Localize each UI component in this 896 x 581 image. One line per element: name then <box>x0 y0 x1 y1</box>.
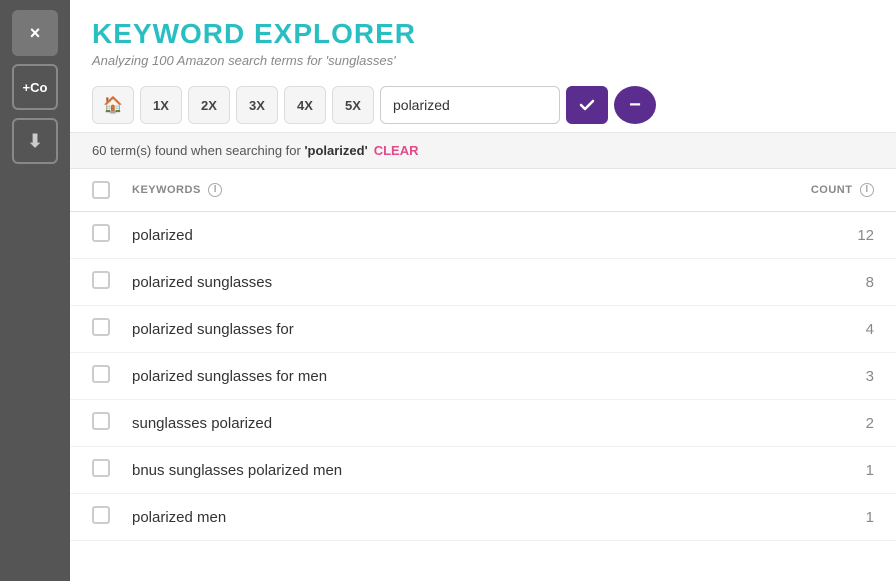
minus-button[interactable]: − <box>614 86 656 124</box>
table-row: polarized sunglasses8 <box>70 259 896 306</box>
keyword-cell: sunglasses polarized <box>110 400 663 447</box>
multiplier-3x-button[interactable]: 3X <box>236 86 278 124</box>
results-prefix: 60 term(s) found when searching for <box>92 143 304 158</box>
results-bar: 60 term(s) found when searching for 'pol… <box>70 132 896 169</box>
keywords-header: KEYWORDS i <box>110 169 663 212</box>
table-header-row: KEYWORDS i COUNT i <box>70 169 896 212</box>
header: KEYWORD EXPLORER Analyzing 100 Amazon se… <box>70 0 896 78</box>
count-info-icon[interactable]: i <box>860 183 874 197</box>
keyword-cell: bnus sunglasses polarized men <box>110 447 663 494</box>
keyword-cell: polarized <box>110 212 663 259</box>
multiplier-2x-button[interactable]: 2X <box>188 86 230 124</box>
multiplier-5x-button[interactable]: 5X <box>332 86 374 124</box>
table-row: polarized12 <box>70 212 896 259</box>
sidebar: × +Co ⬇ <box>0 0 70 581</box>
toolbar: 🏠 1X 2X 3X 4X 5X − <box>70 78 896 132</box>
table-body: polarized12polarized sunglasses8polarize… <box>70 212 896 541</box>
keyword-cell: polarized men <box>110 494 663 541</box>
multiplier-4x-button[interactable]: 4X <box>284 86 326 124</box>
keyword-cell: polarized sunglasses for <box>110 306 663 353</box>
row-checkbox[interactable] <box>92 318 110 336</box>
table-row: polarized sunglasses for men3 <box>70 353 896 400</box>
count-cell: 8 <box>663 259 896 306</box>
row-checkbox[interactable] <box>92 271 110 289</box>
row-checkbox[interactable] <box>92 506 110 524</box>
close-button[interactable]: × <box>12 10 58 56</box>
count-header: COUNT i <box>663 169 896 212</box>
row-checkbox[interactable] <box>92 365 110 383</box>
main-content: KEYWORD EXPLORER Analyzing 100 Amazon se… <box>70 0 896 581</box>
keywords-table: KEYWORDS i COUNT i polarized12polarized … <box>70 169 896 541</box>
select-all-checkbox[interactable] <box>92 181 110 199</box>
count-cell: 12 <box>663 212 896 259</box>
row-checkbox[interactable] <box>92 412 110 430</box>
count-cell: 1 <box>663 494 896 541</box>
count-cell: 3 <box>663 353 896 400</box>
count-header-label: COUNT <box>811 184 853 196</box>
table-row: polarized men1 <box>70 494 896 541</box>
count-cell: 2 <box>663 400 896 447</box>
row-checkbox[interactable] <box>92 459 110 477</box>
keywords-header-label: KEYWORDS <box>132 184 201 196</box>
home-button[interactable]: 🏠 <box>92 86 134 124</box>
table-container: KEYWORDS i COUNT i polarized12polarized … <box>70 169 896 581</box>
keywords-info-icon[interactable]: i <box>208 183 222 197</box>
table-row: polarized sunglasses for4 <box>70 306 896 353</box>
table-row: sunglasses polarized2 <box>70 400 896 447</box>
keyword-cell: polarized sunglasses for men <box>110 353 663 400</box>
confirm-button[interactable] <box>566 86 608 124</box>
page-subtitle: Analyzing 100 Amazon search terms for 's… <box>92 53 874 68</box>
clear-button[interactable]: CLEAR <box>374 143 419 158</box>
count-cell: 4 <box>663 306 896 353</box>
keyword-cell: polarized sunglasses <box>110 259 663 306</box>
checkmark-icon <box>578 96 596 114</box>
page-title: KEYWORD EXPLORER <box>92 18 874 50</box>
count-cell: 1 <box>663 447 896 494</box>
search-input[interactable] <box>380 86 560 124</box>
table-row: bnus sunglasses polarized men1 <box>70 447 896 494</box>
add-collection-button[interactable]: +Co <box>12 64 58 110</box>
multiplier-1x-button[interactable]: 1X <box>140 86 182 124</box>
home-icon: 🏠 <box>103 95 123 115</box>
results-term: 'polarized' <box>304 143 367 158</box>
minus-icon: − <box>629 95 641 115</box>
row-checkbox[interactable] <box>92 224 110 242</box>
download-button[interactable]: ⬇ <box>12 118 58 164</box>
